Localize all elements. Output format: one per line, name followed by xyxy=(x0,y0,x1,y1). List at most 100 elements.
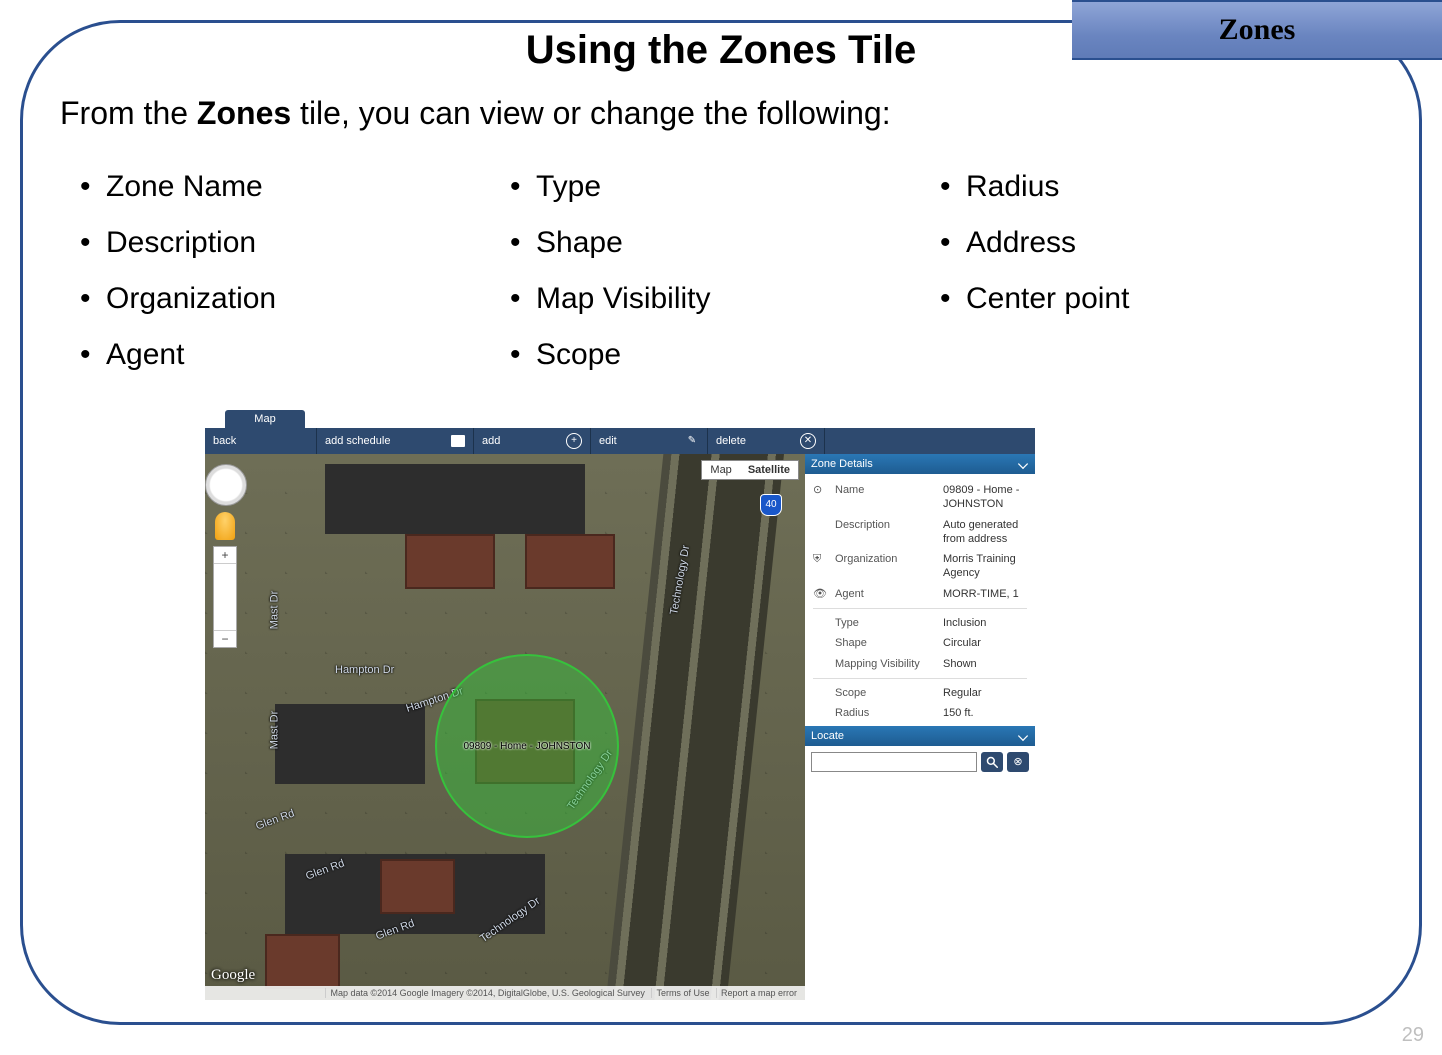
detail-label-type: Type xyxy=(835,616,935,630)
map-data-attr: Map data ©2014 Google Imagery ©2014, Dig… xyxy=(325,988,648,998)
road-label-mast: Mast Dr xyxy=(268,711,280,750)
intro-prefix: From the xyxy=(60,95,197,131)
detail-label-name: Name xyxy=(835,483,935,497)
map-area[interactable]: Mast Dr Hampton Dr Hampton Dr Technology… xyxy=(205,454,805,1000)
map-footer: Map data ©2014 Google Imagery ©2014, Dig… xyxy=(205,986,805,1000)
bullet-type: Type xyxy=(510,170,930,204)
google-logo: Google xyxy=(211,967,255,984)
separator xyxy=(813,678,1027,679)
zone-circle[interactable]: 09809 - Home - JOHNSTON xyxy=(435,654,619,838)
detail-value-mapvis: Shown xyxy=(943,657,1027,671)
detail-label-agent: Agent xyxy=(835,587,935,601)
bullet-map-visibility: Map Visibility xyxy=(510,282,930,316)
zoom-slider[interactable] xyxy=(213,546,237,648)
detail-row-name: ⊙ Name 09809 - Home - JOHNSTON xyxy=(813,480,1027,515)
separator xyxy=(813,608,1027,609)
terms-of-use[interactable]: Terms of Use xyxy=(651,988,713,998)
bullet-radius: Radius xyxy=(940,170,1360,204)
intro-bold: Zones xyxy=(197,95,291,131)
page-title: Using the Zones Tile xyxy=(0,28,1442,73)
map-type-map[interactable]: Map xyxy=(702,461,739,479)
bullets-col-1: Zone Name Description Organization Agent xyxy=(80,170,500,394)
building xyxy=(525,534,615,589)
building xyxy=(265,934,340,989)
zone-details-header[interactable]: Zone Details xyxy=(805,454,1035,474)
route-shield-40: 40 xyxy=(760,494,782,516)
bullet-scope: Scope xyxy=(510,338,930,372)
detail-value-scope: Regular xyxy=(943,686,1027,700)
detail-value-agent: MORR-TIME, 1 xyxy=(943,587,1027,601)
detail-value-name: 09809 - Home - JOHNSTON xyxy=(943,483,1027,512)
detail-row-map-visibility: Mapping Visibility Shown xyxy=(813,654,1027,674)
detail-value-desc: Auto generated from address xyxy=(943,518,1027,547)
bullet-address: Address xyxy=(940,226,1360,260)
street-view-peg[interactable] xyxy=(215,512,235,540)
bullet-zone-name: Zone Name xyxy=(80,170,500,204)
zone-details-body: ⊙ Name 09809 - Home - JOHNSTON Descripti… xyxy=(805,474,1035,726)
detail-row-shape: Shape Circular xyxy=(813,633,1027,653)
map-controls xyxy=(211,464,239,648)
bullets-col-2: Type Shape Map Visibility Scope xyxy=(510,170,930,394)
pan-control[interactable] xyxy=(205,464,247,506)
detail-row-radius: Radius 150 ft. xyxy=(813,703,1027,723)
detail-value-org: Morris Training Agency xyxy=(943,552,1027,581)
detail-row-type: Type Inclusion xyxy=(813,613,1027,633)
plus-icon: + xyxy=(566,433,582,449)
intro-suffix: tile, you can view or change the followi… xyxy=(291,95,890,131)
parking-lot xyxy=(325,464,585,534)
edit-label: edit xyxy=(599,435,617,447)
pencil-icon: ✎ xyxy=(685,434,699,448)
org-icon: ⛨ xyxy=(813,552,827,566)
add-button[interactable]: add + xyxy=(474,428,591,454)
detail-row-scope: Scope Regular xyxy=(813,683,1027,703)
app-screenshot: Map back add schedule add + edit ✎ delet… xyxy=(205,410,1035,1000)
back-label: back xyxy=(213,435,236,447)
detail-label-radius: Radius xyxy=(835,706,935,720)
add-schedule-label: add schedule xyxy=(325,435,390,447)
locate-clear-button[interactable]: ⊗ xyxy=(1007,752,1029,772)
map-type-satellite[interactable]: Satellite xyxy=(740,461,798,479)
detail-label-mapvis: Mapping Visibility xyxy=(835,657,935,671)
bullets-col-3: Radius Address Center point xyxy=(940,170,1360,394)
detail-label-shape: Shape xyxy=(835,636,935,650)
detail-value-radius: 150 ft. xyxy=(943,706,1027,720)
map-type-toggle[interactable]: Map Satellite xyxy=(701,460,799,480)
locate-title: Locate xyxy=(811,730,844,742)
detail-row-agent: 👁 Agent MORR-TIME, 1 xyxy=(813,584,1027,604)
bullet-description: Description xyxy=(80,226,500,260)
bullet-agent: Agent xyxy=(80,338,500,372)
close-icon: ✕ xyxy=(800,433,816,449)
locate-body: ⊗ xyxy=(805,746,1035,778)
detail-value-type: Inclusion xyxy=(943,616,1027,630)
building xyxy=(380,859,455,914)
delete-button[interactable]: delete ✕ xyxy=(708,428,825,454)
back-button[interactable]: back xyxy=(205,428,317,454)
delete-label: delete xyxy=(716,435,746,447)
bullet-center-point: Center point xyxy=(940,282,1360,316)
calendar-icon xyxy=(451,435,465,447)
locate-search-button[interactable] xyxy=(981,752,1003,772)
chevron-down-icon xyxy=(1018,730,1028,740)
detail-row-organization: ⛨ Organization Morris Training Agency xyxy=(813,549,1027,584)
chevron-down-icon xyxy=(1018,459,1028,469)
right-pane: Zone Details ⊙ Name 09809 - Home - JOHNS… xyxy=(805,454,1035,1000)
detail-label-desc: Description xyxy=(835,518,935,532)
tab-map[interactable]: Map xyxy=(225,410,305,428)
detail-row-description: Description Auto generated from address xyxy=(813,515,1027,550)
locate-header[interactable]: Locate xyxy=(805,726,1035,746)
edit-button[interactable]: edit ✎ xyxy=(591,428,708,454)
detail-value-shape: Circular xyxy=(943,636,1027,650)
road-label-hampton: Hampton Dr xyxy=(335,664,394,676)
add-schedule-button[interactable]: add schedule xyxy=(317,428,474,454)
zone-details-title: Zone Details xyxy=(811,458,873,470)
report-map-error[interactable]: Report a map error xyxy=(716,988,801,998)
add-label: add xyxy=(482,435,500,447)
detail-label-org: Organization xyxy=(835,552,935,566)
eye-icon: 👁 xyxy=(813,587,827,601)
bullets-grid: Zone Name Description Organization Agent… xyxy=(80,170,1360,394)
building xyxy=(405,534,495,589)
locate-input[interactable] xyxy=(811,752,977,772)
intro-line: From the Zones tile, you can view or cha… xyxy=(60,95,891,132)
page-number: 29 xyxy=(1402,1024,1424,1047)
bullet-organization: Organization xyxy=(80,282,500,316)
